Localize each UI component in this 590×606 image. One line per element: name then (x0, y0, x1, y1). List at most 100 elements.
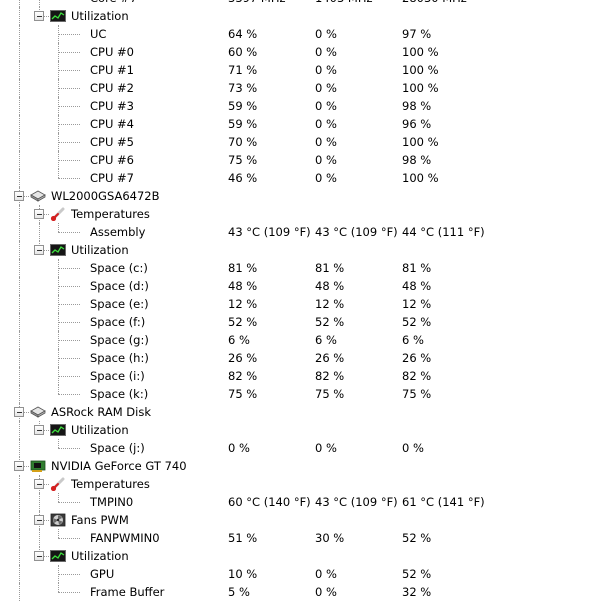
sensor-label: CPU #0 (90, 45, 134, 59)
current-value: 12 % (228, 297, 258, 311)
group-label: Fans PWM (71, 513, 129, 527)
sensor-row[interactable]: CPU #0 60 % 0 % 100 % (0, 43, 590, 61)
current-value: 26 % (228, 351, 258, 365)
tree-guide-line (19, 7, 20, 25)
sensor-row[interactable]: Space (e:) 12 % 12 % 12 % (0, 295, 590, 313)
sensor-row[interactable]: Space (d:) 48 % 48 % 48 % (0, 277, 590, 295)
minimum-value: 43 °C (109 °F) (315, 495, 398, 509)
maximum-value: 12 % (402, 297, 432, 311)
sensor-tree: Core #7 3397 MHz 1403 MHz 28030 MHz Utilizat… (0, 0, 590, 601)
hard-drive-icon (30, 189, 46, 203)
current-value: 6 % (228, 333, 250, 347)
group-row[interactable]: Utilization (0, 547, 590, 565)
sensor-row[interactable]: GPU 10 % 0 % 52 % (0, 565, 590, 583)
tree-guide-line (58, 124, 80, 125)
tree-guide-line (19, 367, 20, 385)
collapse-toggle[interactable] (14, 191, 24, 201)
sensor-row[interactable]: TMPIN0 60 °C (140 °F) 43 °C (109 °F) 61 °C … (0, 493, 590, 511)
collapse-toggle[interactable] (34, 245, 44, 255)
current-value: 48 % (228, 279, 258, 293)
tree-guide-line (19, 421, 20, 439)
sensor-row[interactable]: Space (h:) 26 % 26 % 26 % (0, 349, 590, 367)
tree-guide-line (58, 574, 80, 575)
sensor-row[interactable]: CPU #2 73 % 0 % 100 % (0, 79, 590, 97)
sensor-label: CPU #1 (90, 63, 134, 77)
tree-guide-line (58, 493, 59, 502)
collapse-toggle[interactable] (34, 515, 44, 525)
device-row[interactable]: WL2000GSA6472B (0, 187, 590, 205)
sensor-row[interactable]: CPU #6 75 % 0 % 98 % (0, 151, 590, 169)
sensor-row[interactable]: Assembly 43 °C (109 °F) 43 °C (109 °F) 44 °… (0, 223, 590, 241)
group-row[interactable]: Utilization (0, 241, 590, 259)
tree-guide-line (19, 0, 20, 7)
tree-guide-line (19, 349, 20, 367)
group-row[interactable]: Utilization (0, 421, 590, 439)
sensor-row[interactable]: Space (g:) 6 % 6 % 6 % (0, 331, 590, 349)
tree-guide-line (58, 106, 80, 107)
sensor-row[interactable]: Space (k:) 75 % 75 % 75 % (0, 385, 590, 403)
fan-icon (50, 513, 66, 527)
group-row[interactable]: Utilization (0, 7, 590, 25)
sensor-row[interactable]: CPU #3 59 % 0 % 98 % (0, 97, 590, 115)
tree-guide-line (19, 205, 20, 223)
minimum-value: 6 % (315, 333, 337, 347)
tree-guide-line (58, 439, 59, 448)
maximum-value: 97 % (402, 27, 432, 41)
tree-guide-line (19, 79, 20, 97)
sensor-row[interactable]: CPU #7 46 % 0 % 100 % (0, 169, 590, 187)
sensor-row[interactable]: Core #7 3397 MHz 1403 MHz 28030 MHz (0, 0, 590, 7)
sensor-label: Space (e:) (90, 297, 149, 311)
tree-guide-line (19, 25, 20, 43)
sensor-row[interactable]: UC 64 % 0 % 97 % (0, 25, 590, 43)
tree-guide-line (19, 331, 20, 349)
sensor-label: Space (f:) (90, 315, 146, 329)
group-row[interactable]: Fans PWM (0, 511, 590, 529)
device-label: WL2000GSA6472B (51, 189, 160, 203)
sensor-label: GPU (90, 567, 115, 581)
minimum-value: 81 % (315, 261, 345, 275)
minimum-value: 0 % (315, 63, 337, 77)
sensor-row[interactable]: CPU #1 71 % 0 % 100 % (0, 61, 590, 79)
collapse-toggle[interactable] (34, 551, 44, 561)
sensor-row[interactable]: Space (j:) 0 % 0 % 0 % (0, 439, 590, 457)
current-value: 75 % (228, 153, 258, 167)
current-value: 59 % (228, 117, 258, 131)
maximum-value: 44 °C (111 °F) (402, 225, 485, 239)
sensor-row[interactable]: CPU #5 70 % 0 % 100 % (0, 133, 590, 151)
tree-guide-line (58, 583, 59, 592)
sensor-row[interactable]: CPU #4 59 % 0 % 96 % (0, 115, 590, 133)
graphics-card-icon (30, 459, 46, 473)
sensor-label: Space (c:) (90, 261, 148, 275)
tree-guide-line (19, 295, 20, 313)
sensor-row[interactable]: Space (i:) 82 % 82 % 82 % (0, 367, 590, 385)
tree-guide-line (19, 529, 20, 547)
collapse-toggle[interactable] (34, 479, 44, 489)
maximum-value: 100 % (402, 171, 439, 185)
device-row[interactable]: ASRock RAM Disk (0, 403, 590, 421)
tree-guide-line (58, 322, 80, 323)
group-row[interactable]: Temperatures (0, 205, 590, 223)
group-row[interactable]: Temperatures (0, 475, 590, 493)
device-row[interactable]: NVIDIA GeForce GT 740 (0, 457, 590, 475)
sensor-row[interactable]: Space (f:) 52 % 52 % 52 % (0, 313, 590, 331)
current-value: 0 % (228, 441, 250, 455)
tree-guide-line (58, 142, 80, 143)
thermometer-icon (50, 477, 66, 492)
collapse-toggle[interactable] (34, 209, 44, 219)
tree-guide-line (58, 592, 80, 593)
sensor-row[interactable]: Space (c:) 81 % 81 % 81 % (0, 259, 590, 277)
collapse-toggle[interactable] (14, 461, 24, 471)
sensor-row[interactable]: FANPWMIN0 51 % 30 % 52 % (0, 529, 590, 547)
collapse-toggle[interactable] (34, 425, 44, 435)
current-value: 81 % (228, 261, 258, 275)
collapse-toggle[interactable] (34, 11, 44, 21)
sensor-label: Frame Buffer (90, 585, 165, 599)
tree-guide-line (19, 385, 20, 403)
minimum-value: 1403 MHz (315, 0, 373, 7)
tree-guide-line (39, 223, 40, 241)
sensor-label: CPU #4 (90, 117, 134, 131)
collapse-toggle[interactable] (14, 407, 24, 417)
tree-guide-line (58, 394, 80, 395)
tree-guide-line (58, 178, 80, 179)
sensor-row[interactable]: Frame Buffer 5 % 0 % 32 % (0, 583, 590, 601)
